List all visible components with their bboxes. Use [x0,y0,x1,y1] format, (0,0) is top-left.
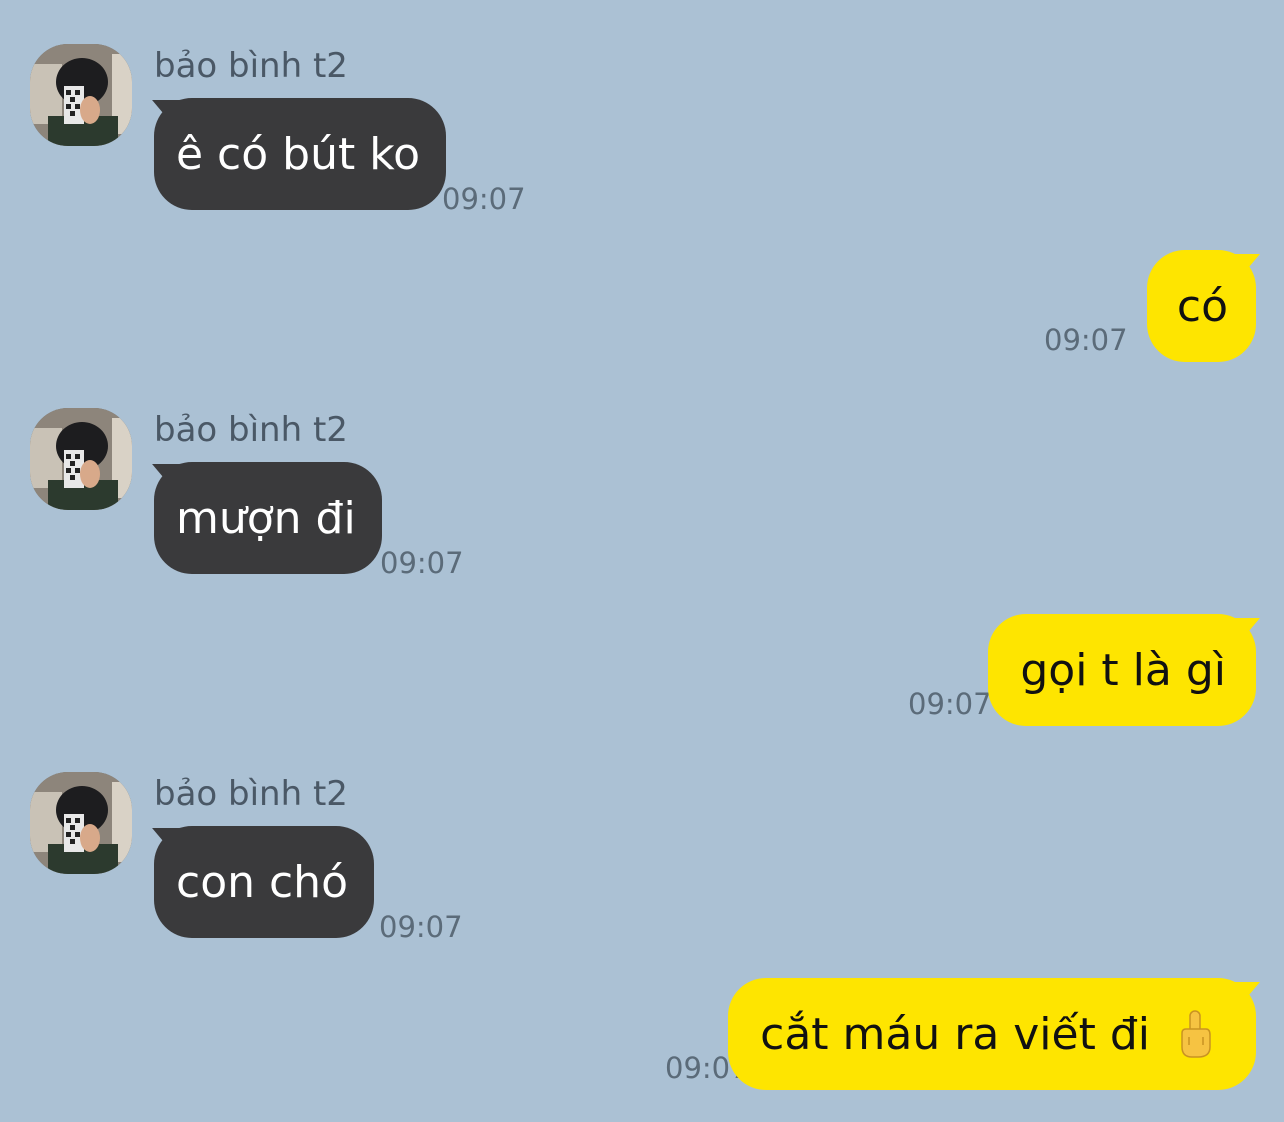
avatar-photo-icon [30,408,132,510]
sender-name: bảo bình t2 [154,410,348,450]
message-text: có [1176,280,1228,332]
message-bubble[interactable]: mượn đi [139,462,382,574]
message-bubble[interactable]: gọi t là gì [988,614,1273,726]
message-time: 09:07 [380,546,464,580]
message-time: 09:07 [442,182,526,216]
message-time: 09:07 [908,687,992,721]
message-time: 09:07 [1044,323,1128,357]
sender-name: bảo bình t2 [154,46,348,86]
message-bubble[interactable]: con chó [139,826,374,938]
bubble-tail [1225,982,1273,1008]
avatar[interactable] [30,408,132,510]
message-time: 09:07 [379,910,463,944]
bubble-tail [139,828,187,854]
message-text: mượn đi [176,492,356,544]
middle-finger-emoji-icon [1181,1010,1211,1058]
avatar[interactable] [30,772,132,874]
message-bubble[interactable]: ê có bút ko [139,98,447,210]
avatar[interactable] [30,44,132,146]
avatar-photo-icon [30,772,132,874]
message-bubble[interactable]: cắt máu ra viết đi [728,978,1273,1090]
message-bubble[interactable]: có [1146,250,1273,362]
sender-name: bảo bình t2 [154,774,348,814]
bubble-tail [139,100,187,126]
bubble-tail [1225,254,1273,280]
message-text: con chó [176,856,348,908]
avatar-photo-icon [30,44,132,146]
chat-thread: bảo bình t2 ê có bút ko 09:07 09:07 có b… [0,0,1284,1122]
message-text: ê có bút ko [176,128,421,180]
message-text: cắt máu ra viết đi [760,1008,1150,1060]
bubble-tail [1225,618,1273,644]
bubble-tail [139,464,187,490]
message-text: gọi t là gì [1020,644,1226,696]
